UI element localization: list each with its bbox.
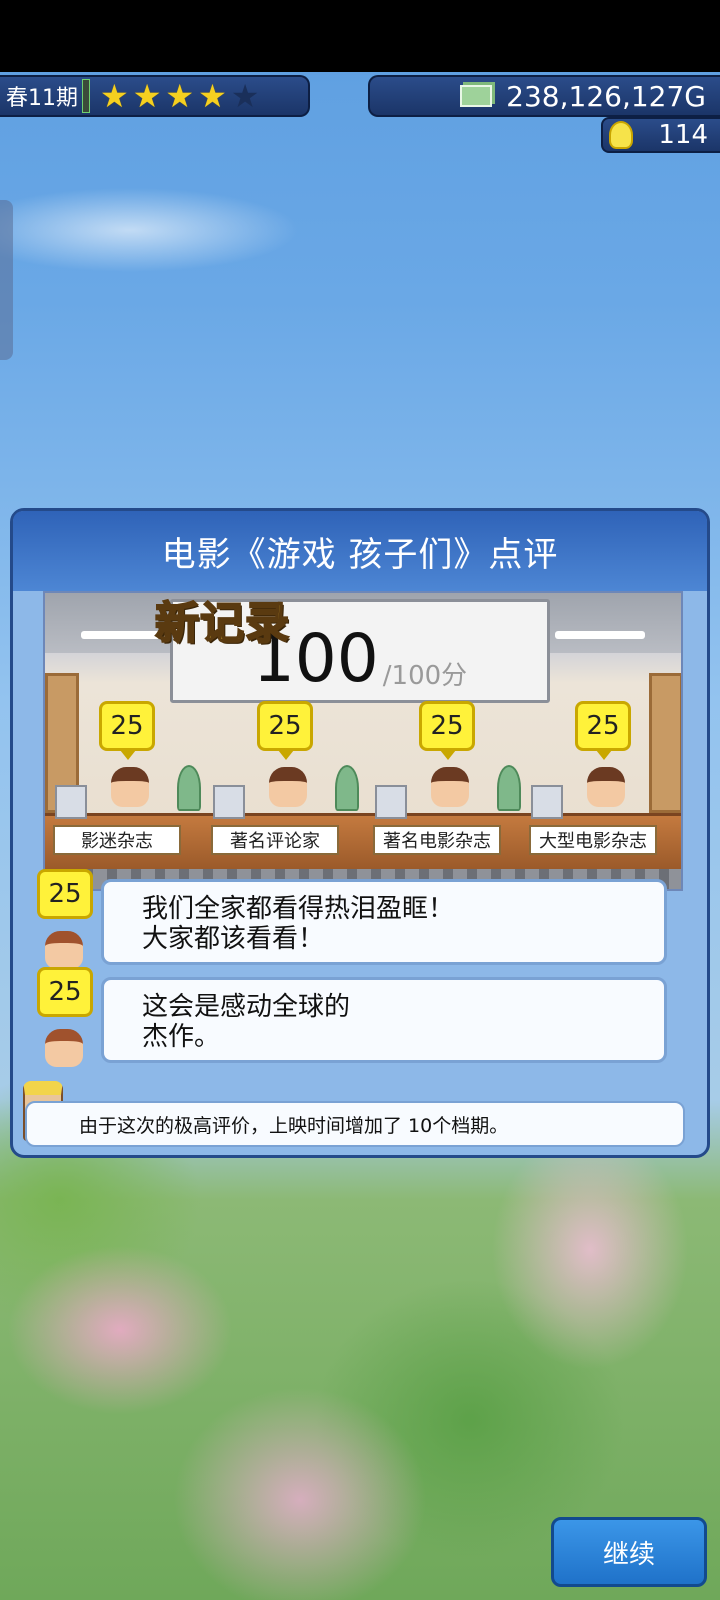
star-icon: ★: [132, 77, 162, 115]
judge-score-bubble: 25: [575, 701, 631, 760]
review-panel: 电影《游戏 孩子们》点评 100 /100分 25 影迷杂志 25 著名评论家: [10, 508, 710, 1158]
comment-1: 25 我们全家都看得热泪盈眶！ 大家都该看看！: [37, 869, 677, 969]
status-bar: [0, 0, 720, 72]
ceiling-light: [555, 631, 645, 639]
judge-1: 25 影迷杂志: [53, 701, 203, 861]
critic-avatar: [45, 931, 83, 969]
star-icon: ★: [100, 77, 129, 115]
comment-score-bubble: 25: [37, 967, 93, 1017]
typewriter-icon: [375, 785, 407, 819]
idea-points-panel: 114: [601, 117, 720, 153]
divider: [82, 79, 90, 113]
judge-2: 25 著名评论家: [211, 701, 361, 861]
judge-nameplate: 著名电影杂志: [373, 825, 501, 855]
review-scene: 100 /100分 25 影迷杂志 25 著名评论家 25 著名电影杂志 25: [43, 591, 683, 891]
lightbulb-icon: [609, 121, 633, 149]
comment-text: 这会是感动全球的 杰作。: [101, 977, 667, 1063]
judge-nameplate: 影迷杂志: [53, 825, 181, 855]
judge-3: 25 著名电影杂志: [373, 701, 523, 861]
money-panel: 238,126,127G: [368, 75, 720, 117]
comment-score-bubble: 25: [37, 869, 93, 919]
judge-avatar: [269, 767, 307, 807]
judge-score-bubble: 25: [257, 701, 313, 760]
judge-4: 25 大型电影杂志: [529, 701, 679, 861]
rating-stars: ★ ★ ★ ★ ★: [100, 80, 259, 112]
star-icon: ★: [165, 77, 195, 115]
cash-icon: [460, 85, 493, 107]
new-record-label: 新记录: [154, 597, 290, 650]
score-max: /100分: [382, 661, 468, 691]
season-rating-panel: 春11期 ★ ★ ★ ★ ★: [0, 75, 310, 117]
judge-avatar: [587, 767, 625, 807]
season-label: 春11期: [6, 86, 78, 111]
continue-button[interactable]: 继续: [551, 1517, 707, 1587]
money-value: 238,126,127G: [506, 79, 706, 113]
side-drawer-handle[interactable]: [0, 200, 13, 360]
star-empty-icon: ★: [230, 77, 260, 115]
judge-nameplate: 大型电影杂志: [529, 825, 657, 855]
typewriter-icon: [531, 785, 563, 819]
review-title: 电影《游戏 孩子们》点评: [13, 511, 707, 591]
star-icon: ★: [198, 77, 227, 115]
judge-nameplate: 著名评论家: [211, 825, 339, 855]
result-message: 由于这次的极高评价，上映时间增加了 10个档期。: [25, 1101, 685, 1147]
judge-score-bubble: 25: [99, 701, 155, 760]
typewriter-icon: [55, 785, 87, 819]
judge-score-bubble: 25: [419, 701, 475, 760]
comment-text: 我们全家都看得热泪盈眶！ 大家都该看看！: [101, 879, 667, 965]
comment-2: 25 这会是感动全球的 杰作。: [37, 967, 677, 1067]
critic-avatar: [45, 1029, 83, 1067]
judge-avatar: [111, 767, 149, 807]
judge-avatar: [431, 767, 469, 807]
typewriter-icon: [213, 785, 245, 819]
idea-points-value: 114: [658, 120, 708, 150]
